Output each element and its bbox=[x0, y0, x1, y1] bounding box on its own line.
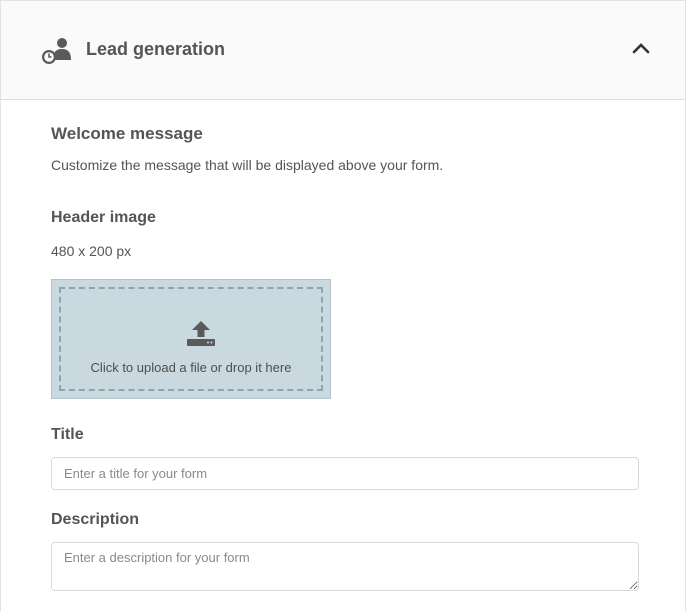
title-input[interactable] bbox=[51, 457, 639, 490]
header-image-dimensions: 480 x 200 px bbox=[51, 243, 132, 259]
header-image-title: Header image bbox=[51, 209, 156, 226]
lead-generation-panel: Lead generation Welcome message Customiz… bbox=[0, 0, 686, 611]
title-label: Title bbox=[51, 426, 84, 443]
dropzone-text: Click to upload a file or drop it here bbox=[90, 360, 292, 375]
lead-generation-header[interactable]: Lead generation bbox=[1, 1, 685, 100]
welcome-message-description: Customize the message that will be displ… bbox=[51, 157, 444, 173]
lead-user-icon bbox=[42, 38, 71, 64]
welcome-message-title: Welcome message bbox=[51, 124, 203, 143]
upload-icon bbox=[187, 321, 215, 346]
description-label: Description bbox=[51, 511, 140, 528]
chevron-up-icon[interactable] bbox=[631, 41, 651, 55]
header-image-dropzone[interactable]: Click to upload a file or drop it here bbox=[51, 279, 331, 399]
dropzone-dashed-border: Click to upload a file or drop it here bbox=[59, 287, 323, 391]
panel-title: Lead generation bbox=[86, 39, 226, 59]
description-textarea[interactable] bbox=[51, 542, 639, 591]
